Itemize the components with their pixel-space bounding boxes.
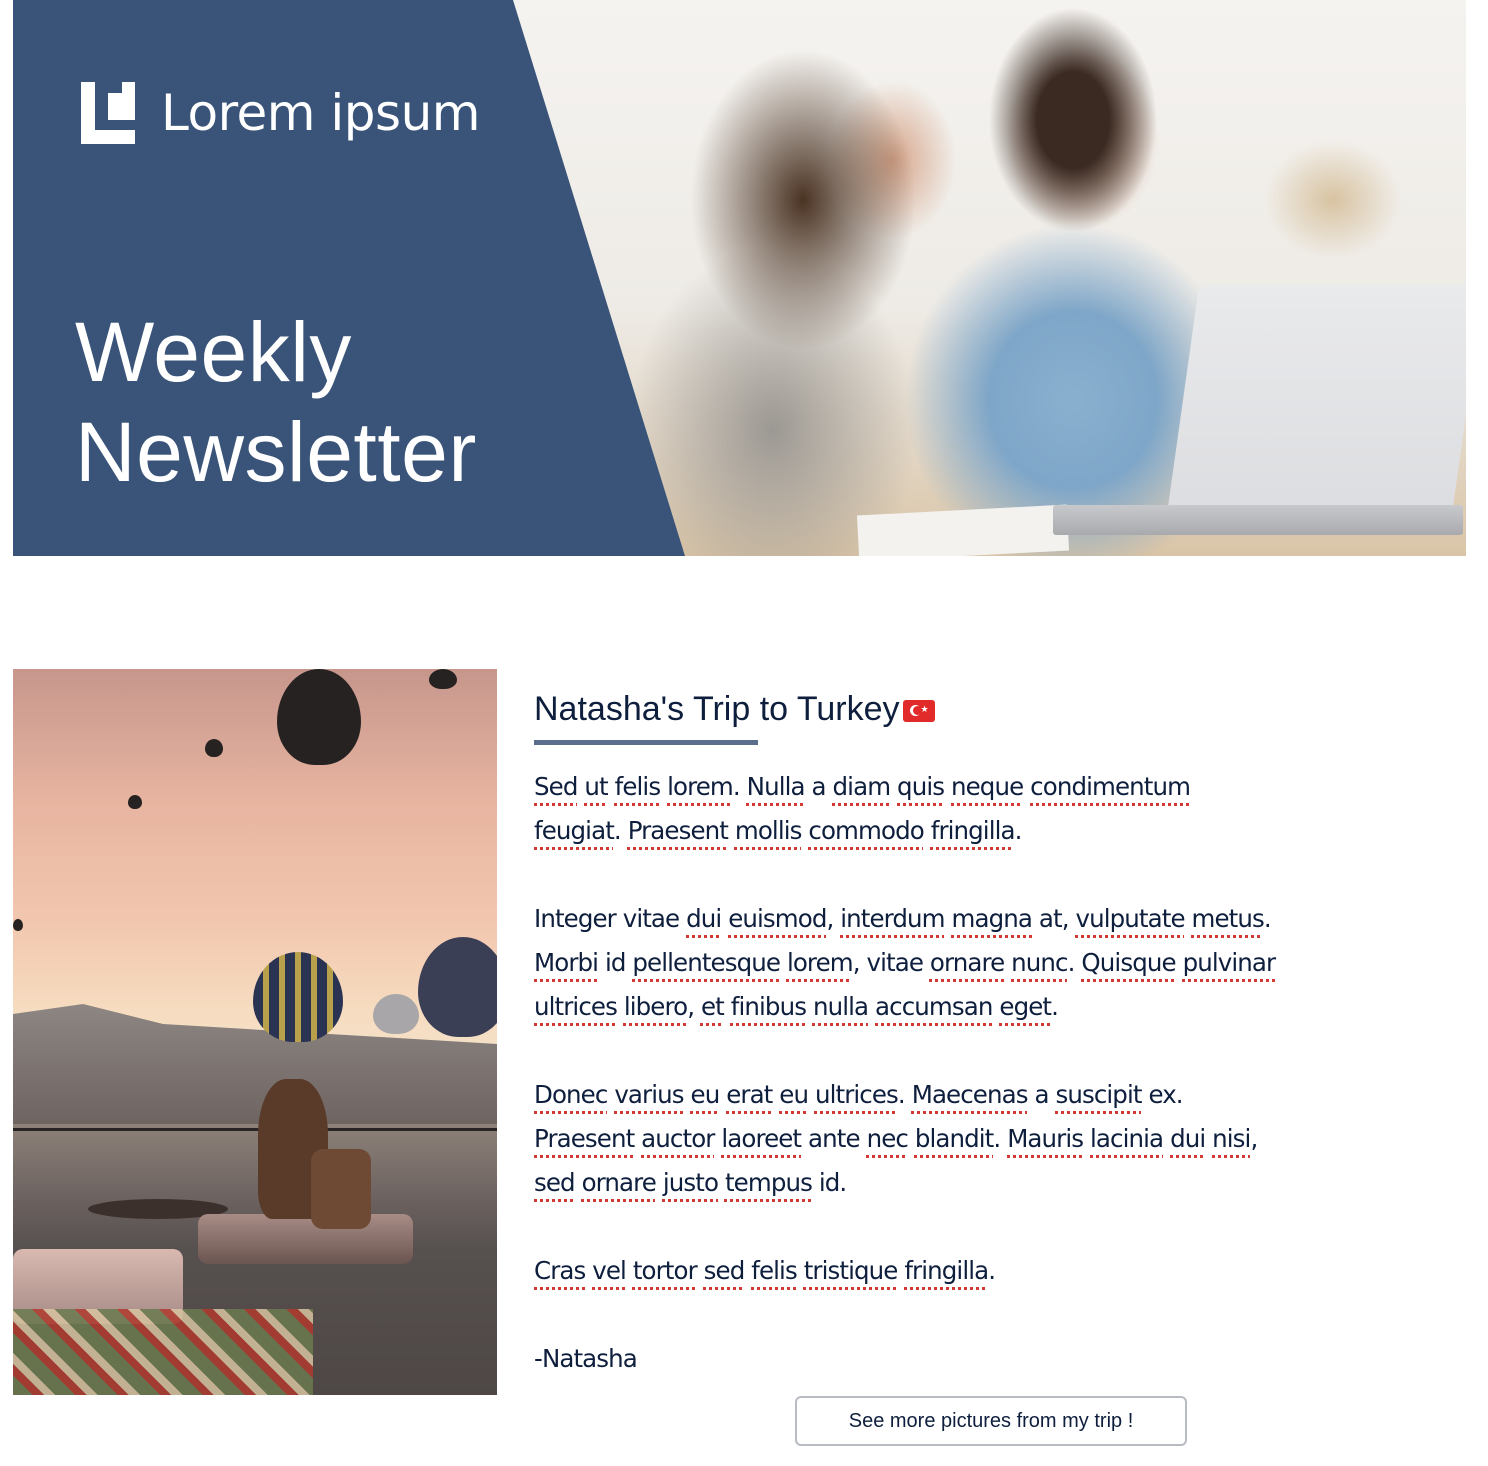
misspelled-word[interactable]: lorem [667,772,734,801]
misspelled-word[interactable]: ultrices [815,1080,899,1109]
misspelled-word[interactable]: tempus [725,1168,813,1197]
misspelled-word[interactable]: ornare [582,1168,657,1197]
balloon [277,669,361,765]
misspelled-word[interactable]: justo [663,1168,719,1197]
misspelled-word[interactable]: lacinia [1090,1124,1164,1153]
misspelled-word[interactable]: pellentesque [632,948,781,977]
misspelled-word[interactable]: Quisque [1081,948,1176,977]
balloon [128,795,142,809]
misspelled-word[interactable]: varius [614,1080,684,1109]
newsletter-title-line2: Newsletter [75,405,477,499]
laptop-base-decor [1053,505,1463,535]
misspelled-word[interactable]: eu [691,1080,721,1109]
balloon [205,739,223,757]
misspelled-word[interactable]: Mauris [1007,1124,1084,1153]
misspelled-word[interactable]: accumsan [875,992,993,1021]
railing [13,1128,497,1131]
misspelled-word[interactable]: neque [951,772,1024,801]
misspelled-word[interactable]: Morbi [534,948,599,977]
backpack [311,1149,371,1229]
misspelled-word[interactable]: felis [615,772,661,801]
misspelled-word[interactable]: eget [999,992,1052,1021]
balloon [13,919,23,931]
misspelled-word[interactable]: nisi [1212,1124,1251,1153]
article-body: Sed ut felis lorem. Nulla a diam quis ne… [534,765,1434,1381]
misspelled-word[interactable]: Praesent [628,816,729,845]
rug [13,1309,313,1395]
article-title: Natasha's Trip to Turkey ★ [534,686,935,732]
article-title-text: Natasha's Trip to Turkey [534,690,900,728]
article-photo [13,669,497,1395]
misspelled-word[interactable]: nec [867,1124,909,1153]
misspelled-word[interactable]: vel [592,1256,627,1285]
misspelled-word[interactable]: blandit [915,1124,994,1153]
misspelled-word[interactable]: nulla [813,992,869,1021]
misspelled-word[interactable]: commodo [808,816,924,845]
misspelled-word[interactable]: mollis [735,816,803,845]
misspelled-word[interactable]: erat [726,1080,773,1109]
misspelled-word[interactable]: Cras [534,1256,586,1285]
misspelled-word[interactable]: dui [686,904,722,933]
misspelled-word[interactable]: finibus [731,992,807,1021]
article-paragraph: Sed ut felis lorem. Nulla a diam quis ne… [534,772,1191,845]
landscape-ridge [13,1004,497,1124]
laptop-screen-decor [1166,285,1466,515]
misspelled-word[interactable]: Maecenas [912,1080,1029,1109]
misspelled-word[interactable]: et [701,992,725,1021]
misspelled-word[interactable]: feugiat [534,816,615,845]
misspelled-word[interactable]: vulputate [1076,904,1186,933]
logo-text: Lorem ipsum [161,84,480,142]
misspelled-word[interactable]: tortor [633,1256,698,1285]
misspelled-word[interactable]: Nulla [747,772,806,801]
misspelled-word[interactable]: fringilla [904,1256,989,1285]
balloon [373,994,419,1034]
misspelled-word[interactable]: fringilla [931,816,1016,845]
article-paragraph: Integer vitae dui euismod, interdum magn… [534,904,1277,1021]
plant-decor [1263,140,1403,260]
misspelled-word[interactable]: sed [704,1256,746,1285]
misspelled-word[interactable]: sed [534,1168,576,1197]
misspelled-word[interactable]: quis [897,772,945,801]
misspelled-word[interactable]: auctor [641,1124,715,1153]
misspelled-word[interactable]: Donec [534,1080,608,1109]
header-banner: Lorem ipsum Weekly Newsletter [13,0,1466,556]
misspelled-word[interactable]: dui [1170,1124,1206,1153]
misspelled-word[interactable]: tristique [804,1256,899,1285]
article-signature: -Natasha [534,1344,638,1373]
balloon [418,937,497,1037]
misspelled-word[interactable]: ut [584,772,608,801]
misspelled-word[interactable]: libero [624,992,688,1021]
brand-logo: Lorem ipsum [81,82,480,144]
misspelled-word[interactable]: nunc [1011,948,1068,977]
newsletter-title-line1: Weekly [75,305,352,399]
newsletter-title: Weekly Newsletter [75,302,477,502]
papers-decor [856,504,1070,556]
article-paragraph: Donec varius eu erat eu ultrices. Maecen… [534,1080,1258,1197]
misspelled-word[interactable]: Sed [534,772,578,801]
misspelled-word[interactable]: diam [833,772,892,801]
title-underline-divider [534,740,758,745]
misspelled-word[interactable]: eu [779,1080,809,1109]
misspelled-word[interactable]: ultrices [534,992,618,1021]
misspelled-word[interactable]: pulvinar [1183,948,1277,977]
misspelled-word[interactable]: laoreet [721,1124,802,1153]
balloon [429,669,457,689]
misspelled-word[interactable]: condimentum [1030,772,1191,801]
misspelled-word[interactable]: lorem [787,948,854,977]
misspelled-word[interactable]: interdum [840,904,945,933]
misspelled-word[interactable]: euismod [728,904,827,933]
logo-icon [81,82,135,144]
misspelled-word[interactable]: magna [952,904,1033,933]
misspelled-word[interactable]: felis [751,1256,797,1285]
turkey-flag-icon: ★ [902,700,935,722]
misspelled-word[interactable]: ornare [930,948,1005,977]
misspelled-word[interactable]: metus [1192,904,1265,933]
misspelled-word[interactable]: Praesent [534,1124,635,1153]
see-more-pictures-button[interactable]: See more pictures from my trip ! [795,1396,1187,1446]
article-paragraph: Cras vel tortor sed felis tristique frin… [534,1256,996,1285]
misspelled-word[interactable]: suscipit [1055,1080,1142,1109]
cushion [198,1214,413,1264]
balloon [253,952,343,1042]
